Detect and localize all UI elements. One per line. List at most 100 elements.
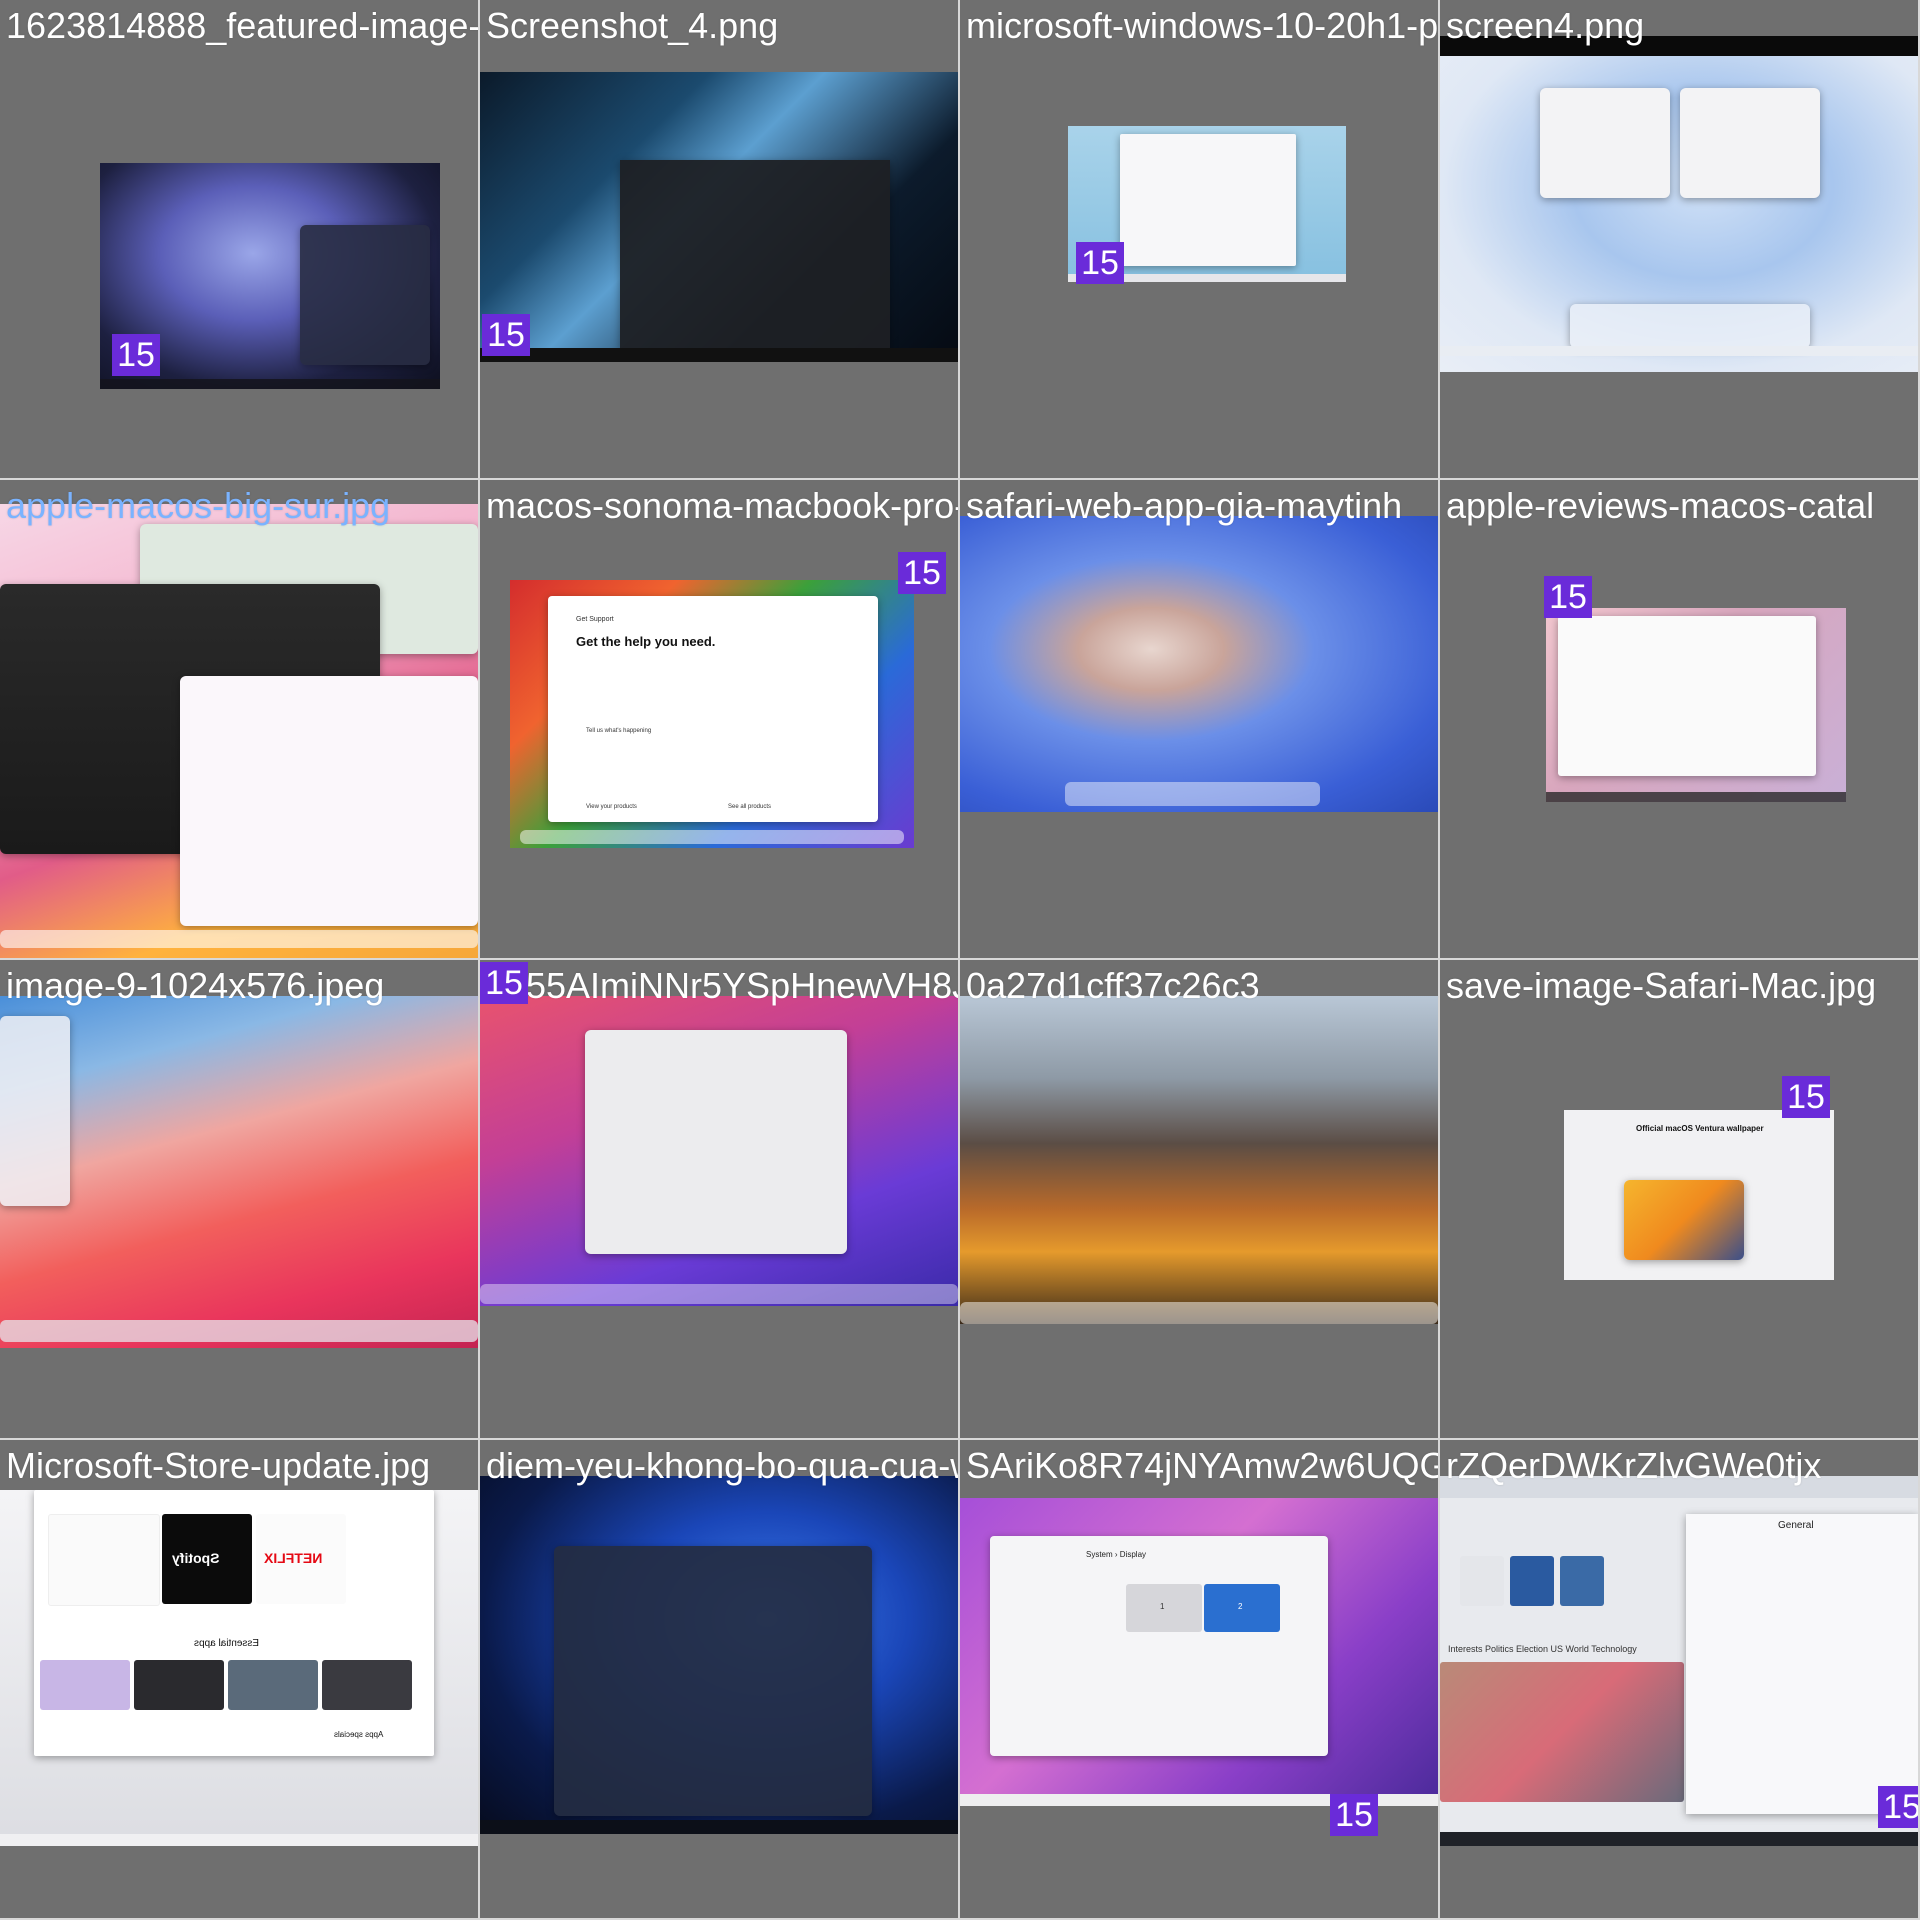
- taskbar: [1440, 346, 1918, 356]
- news-image: [1440, 1662, 1684, 1802]
- thumbnail-image: [480, 72, 958, 362]
- tile-filename: diem-yeu-khong-bo-qua-cua-windows-11.jpg: [486, 1445, 958, 1486]
- wallpaper-settings-window: [585, 1030, 847, 1254]
- dock: [0, 1320, 478, 1342]
- control-center-panel: [0, 1016, 70, 1206]
- thumbnail-image: Get Support Get the help you need. Tell …: [510, 580, 914, 848]
- tile-filename: rZQerDWKrZlvGWe0tjx: [1446, 1445, 1822, 1486]
- dock: [480, 1284, 958, 1304]
- tile-filename: 1623814888_featured-image-2021-06-16t091…: [6, 5, 480, 46]
- thumbnail-image: [1546, 608, 1846, 802]
- article-title: Official macOS Ventura wallpaper: [1636, 1124, 1764, 1133]
- app-card[interactable]: [228, 1660, 318, 1710]
- display-1-tile[interactable]: 1: [1126, 1584, 1202, 1632]
- tile-2[interactable]: Screenshot_4.png 15: [480, 0, 960, 480]
- dock: [520, 830, 904, 844]
- selection-badge[interactable]: 15: [1076, 242, 1124, 284]
- tile-1[interactable]: 1623814888_featured-image-2021-06-16t091…: [0, 0, 480, 480]
- selection-badge[interactable]: 15: [1878, 1786, 1918, 1828]
- apps-specials-heading: Apps specials: [334, 1730, 384, 1739]
- tile-filename: macos-sonoma-macbook-pro-: [486, 485, 960, 526]
- app-window: [1120, 134, 1296, 266]
- display-2-tile[interactable]: 2: [1204, 1584, 1280, 1632]
- tile-filename: screen4.png: [1446, 5, 1645, 46]
- tile-8[interactable]: apple-reviews-macos-catal 15: [1440, 480, 1920, 960]
- tile-16[interactable]: rZQerDWKrZlvGWe0tjx Interests Politics E…: [1440, 1440, 1920, 1920]
- selection-badge[interactable]: 15: [480, 962, 528, 1004]
- tile-7[interactable]: safari-web-app-gia-maytinh: [960, 480, 1440, 960]
- thumbnail-image: [0, 996, 478, 1348]
- tile-10[interactable]: sT55AImiNNr5YSpHnewVH8JZvu6u5ocdd32uMI2d…: [480, 960, 960, 1440]
- settings-panel: General: [1686, 1514, 1918, 1814]
- taskbar: [1440, 1832, 1918, 1846]
- tile-4[interactable]: screen4.png: [1440, 0, 1920, 480]
- tile-9[interactable]: image-9-1024x576.jpeg: [0, 960, 480, 1440]
- messages-window: [180, 676, 478, 926]
- essential-apps-heading: Essential apps: [194, 1638, 260, 1649]
- tile-14[interactable]: diem-yeu-khong-bo-qua-cua-windows-11.jpg: [480, 1440, 960, 1920]
- app-tile-spotify[interactable]: Spotify: [162, 1514, 252, 1604]
- thumbnail-image: [960, 516, 1438, 812]
- tile-11[interactable]: 0a27d1cff37c26c3: [960, 960, 1440, 1440]
- support-title: Get the help you need.: [576, 634, 716, 649]
- laptop-image: [1624, 1180, 1744, 1260]
- display-2-label: 2: [1238, 1602, 1243, 1611]
- thumbnail-image: [0, 504, 478, 958]
- display-1-label: 1: [1160, 1602, 1165, 1611]
- selection-badge[interactable]: 15: [1330, 1794, 1378, 1836]
- tile-filename: safari-web-app-gia-maytinh: [966, 485, 1403, 526]
- selection-badge[interactable]: 15: [898, 552, 946, 594]
- app-card[interactable]: [322, 1660, 412, 1710]
- tile-filename: apple-macos-big-sur.jpg: [6, 485, 391, 526]
- shortcut-tile[interactable]: [1510, 1556, 1554, 1606]
- support-link-products[interactable]: View your products: [586, 804, 637, 810]
- support-window: Get Support Get the help you need. Tell …: [548, 596, 878, 822]
- tile-5[interactable]: apple-macos-big-sur.jpg: [0, 480, 480, 960]
- shortcut-tile[interactable]: [1460, 1556, 1504, 1606]
- selection-badge[interactable]: 15: [482, 314, 530, 356]
- tile-filename: apple-reviews-macos-catal: [1446, 485, 1875, 526]
- thumbnail-image: [480, 996, 958, 1306]
- selection-badge[interactable]: 15: [1782, 1076, 1830, 1118]
- app-card[interactable]: [40, 1660, 130, 1710]
- store-window: Spotify NETFLIX Essential apps Apps spec…: [34, 1490, 434, 1756]
- snap-window-left: [1540, 88, 1670, 198]
- shortcut-tile[interactable]: [1560, 1556, 1604, 1606]
- taskbar: [100, 379, 440, 389]
- tile-filename: Microsoft-Store-update.jpg: [6, 1445, 431, 1486]
- tile-6[interactable]: macos-sonoma-macbook-pro- Get Support Ge…: [480, 480, 960, 960]
- tile-12[interactable]: save-image-Safari-Mac.jpg Official macOS…: [1440, 960, 1920, 1440]
- tile-filename: sT55AImiNNr5YSpHnewVH8JZvu6u5ocdd32uMI2d…: [486, 965, 958, 1006]
- taskbar: [480, 348, 958, 362]
- dock: [1065, 782, 1320, 806]
- thumbnail-grid: 1623814888_featured-image-2021-06-16t091…: [0, 0, 1920, 1920]
- thumbnail-image: [1440, 36, 1918, 372]
- task-view-strip: [1570, 304, 1810, 348]
- thumbnail-image: [480, 1476, 958, 1834]
- settings-window: [554, 1546, 872, 1816]
- selection-badge[interactable]: 15: [1544, 576, 1592, 618]
- dock: [960, 1302, 1438, 1324]
- start-menu-window: [300, 225, 430, 365]
- tile-filename: image-9-1024x576.jpeg: [6, 965, 385, 1006]
- app-card[interactable]: [134, 1660, 224, 1710]
- tile-13[interactable]: Microsoft-Store-update.jpg Spotify NETFL…: [0, 1440, 480, 1920]
- support-header: Get Support: [576, 616, 614, 623]
- app-tile-netflix[interactable]: NETFLIX: [256, 1514, 346, 1604]
- support-link-all-products[interactable]: See all products: [728, 804, 771, 810]
- snap-window-right: [1680, 88, 1820, 198]
- settings-panel-title: General: [1778, 1520, 1814, 1531]
- tile-3[interactable]: microsoft-windows-10-20h1-preview-inside…: [960, 0, 1440, 480]
- selection-badge[interactable]: 15: [112, 334, 160, 376]
- dock: [0, 930, 478, 948]
- music-window: [1558, 616, 1816, 776]
- tile-15[interactable]: SAriKo8R74jNYAmw2w6UQG0jpg System › Disp…: [960, 1440, 1440, 1920]
- app-tile-pinterest[interactable]: [48, 1514, 160, 1606]
- netflix-label: NETFLIX: [264, 1550, 323, 1566]
- tile-filename: SAriKo8R74jNYAmw2w6UQG0jpg: [966, 1445, 1440, 1486]
- thumbnail-image: System › Display 1 2: [960, 1498, 1438, 1806]
- spotify-label: Spotify: [172, 1550, 220, 1566]
- taskbar: [480, 1820, 958, 1834]
- taskbar: [0, 1834, 478, 1846]
- start-menu-window: [620, 160, 890, 350]
